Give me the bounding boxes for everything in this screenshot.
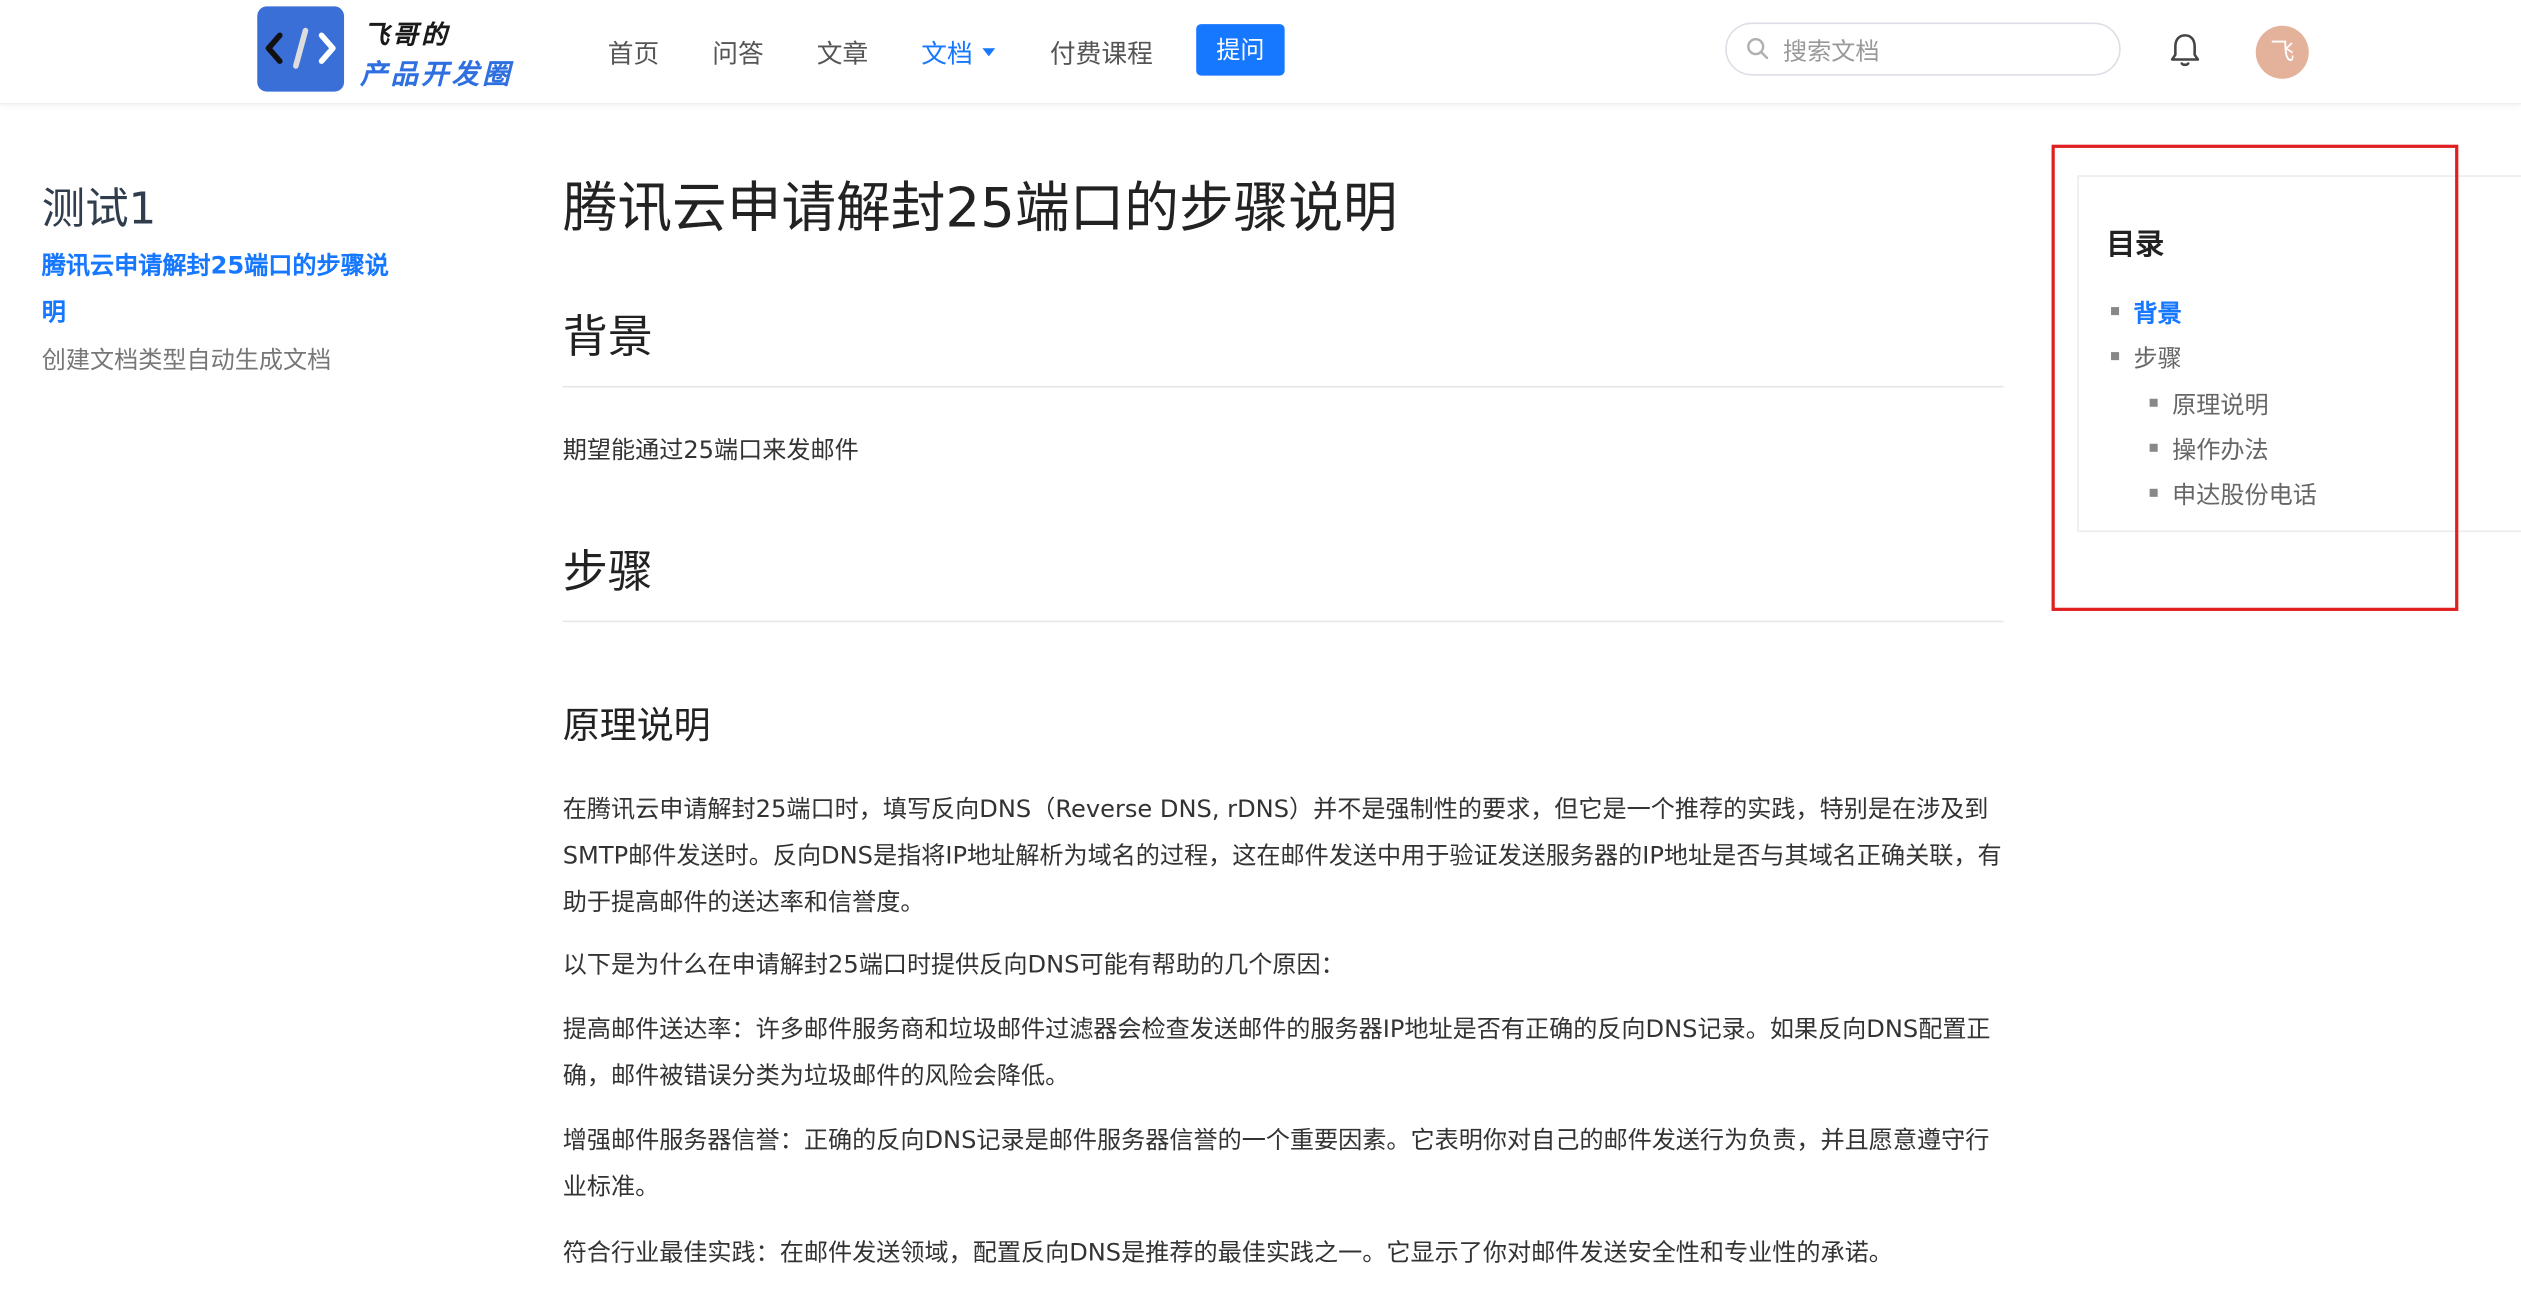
paragraph-5: 符合行业最佳实践：在邮件发送领域，配置反向DNS是推荐的最佳实践之一。它显示了你… <box>562 1238 1893 1267</box>
toc-highlight-box <box>2051 144 2459 611</box>
code-icon <box>257 6 345 92</box>
notification-bell-icon[interactable] <box>2166 31 2205 70</box>
logo-title-line1: 飞哥的 <box>363 19 451 50</box>
nav-courses[interactable]: 付费课程 <box>1050 32 1153 71</box>
search-icon <box>1747 38 1769 60</box>
ask-question-button[interactable]: 提问 <box>1196 24 1285 76</box>
nav-docs[interactable]: 文档 <box>921 32 996 71</box>
doc-group-title: 测试1 <box>41 184 157 235</box>
chevron-down-icon <box>982 48 996 57</box>
section-heading-steps: 步骤 <box>562 537 2004 623</box>
nav-docs-label: 文档 <box>921 38 973 70</box>
site-logo[interactable]: 飞哥的 产品开发圈 <box>257 6 546 93</box>
top-header: 飞哥的 产品开发圈 首页 问答 文章 文档 付费课程 提问 飞 <box>0 0 2521 105</box>
search-input[interactable] <box>1779 30 2108 73</box>
sidebar-doc-link-active[interactable]: 腾讯云申请解封25端口的步骤说明 <box>42 243 412 336</box>
search-box <box>1725 22 2121 76</box>
nav-articles[interactable]: 文章 <box>817 32 868 71</box>
user-avatar[interactable]: 飞 <box>2255 25 2309 79</box>
sidebar-doc-link[interactable]: 创建文档类型自动生成文档 <box>42 338 412 385</box>
paragraph-2: 以下是为什么在申请解封25端口时提供反向DNS可能有帮助的几个原因： <box>562 950 1345 980</box>
paragraph-1: 在腾讯云申请解封25端口时，填写反向DNS（Reverse DNS, rDNS）… <box>562 794 2002 917</box>
logo-title-line2: 产品开发圈 <box>360 59 513 92</box>
nav-qa[interactable]: 问答 <box>712 32 763 71</box>
subheading-principle: 原理说明 <box>562 705 711 748</box>
paragraph-4: 增强邮件服务器信誉：正确的反向DNS记录是邮件服务器信誉的一个重要因素。它表明你… <box>562 1125 1990 1202</box>
section-heading-background: 背景 <box>562 302 2004 388</box>
nav-home[interactable]: 首页 <box>608 32 659 71</box>
article-title: 腾讯云申请解封25端口的步骤说明 <box>562 176 1398 242</box>
paragraph-3: 提高邮件送达率：许多邮件服务商和垃圾邮件过滤器会检查发送邮件的服务器IP地址是否… <box>562 1014 1991 1091</box>
background-paragraph: 期望能通过25端口来发邮件 <box>562 435 859 465</box>
